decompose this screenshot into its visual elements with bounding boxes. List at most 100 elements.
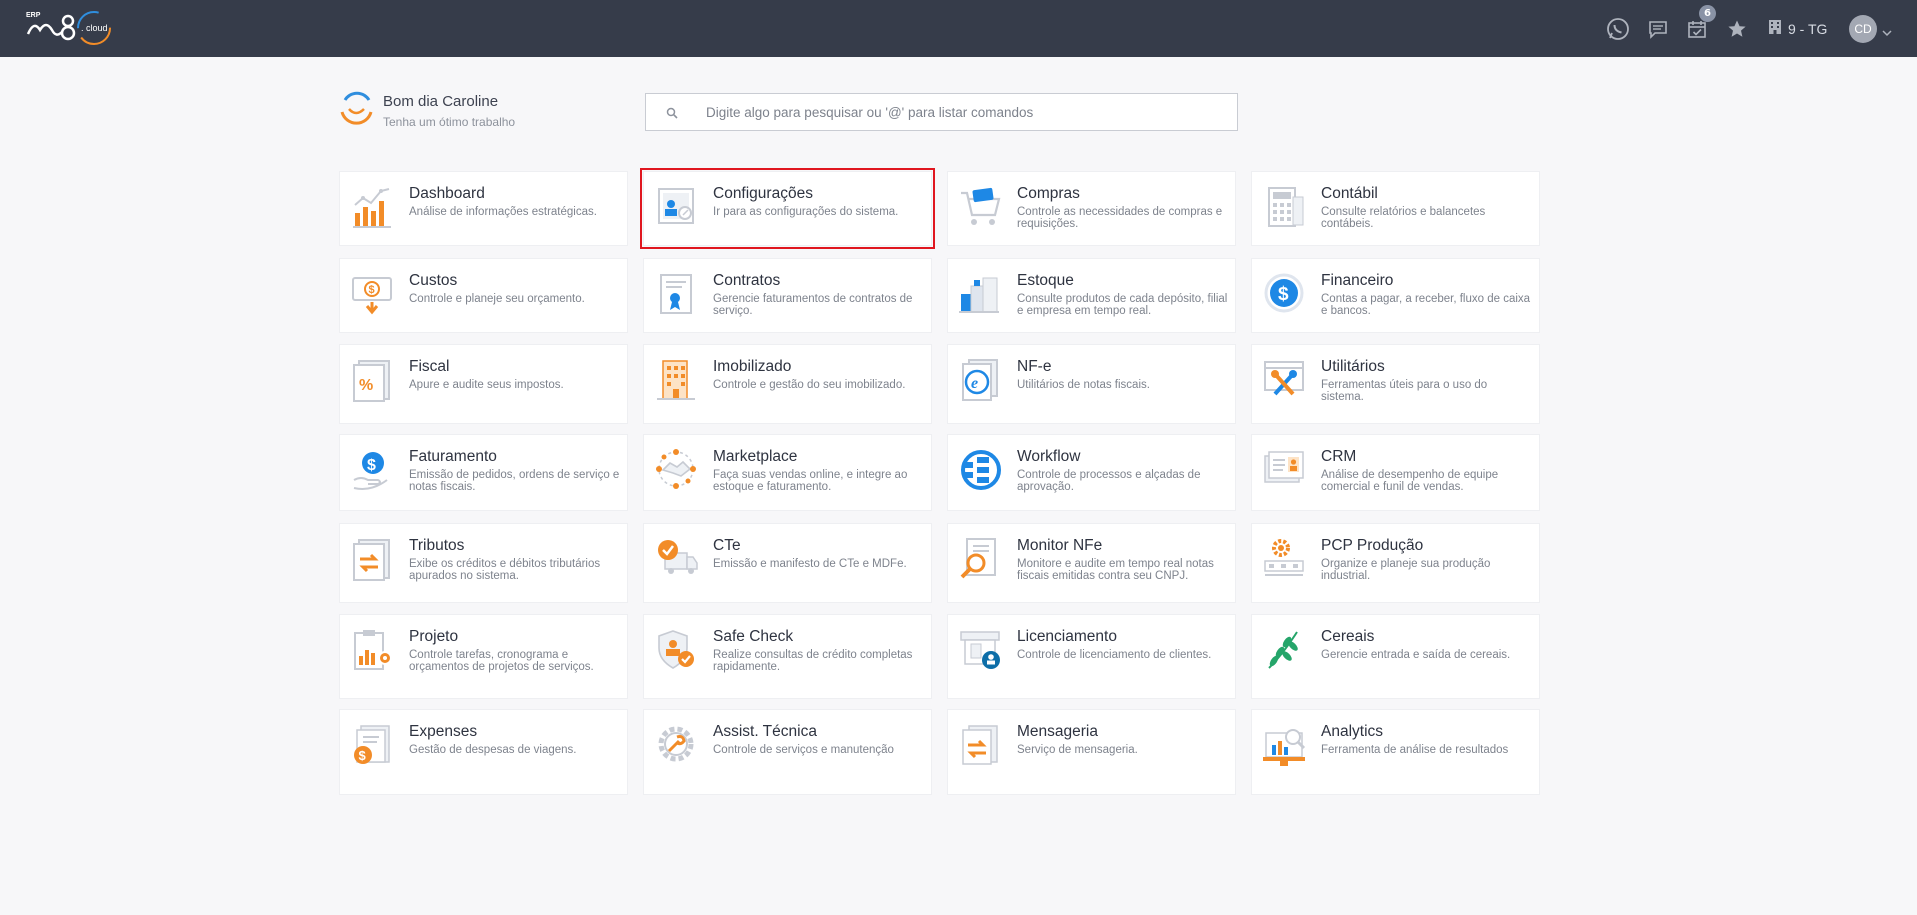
module-description: Faça suas vendas online, e integre ao es… xyxy=(713,469,908,493)
chat-icon[interactable] xyxy=(1643,0,1673,57)
module-title: Monitor NFe xyxy=(1017,537,1103,554)
gear-icon xyxy=(655,723,699,767)
module-card-financeiro[interactable]: $ Financeiro Contas a pagar, a receber, fl… xyxy=(1251,258,1540,333)
module-title: CRM xyxy=(1321,448,1357,465)
module-card-cte[interactable]: CTe Emissão e manifesto de CTe e MDFe. xyxy=(643,523,932,603)
greeting-subtitle: Tenha um ótimo trabalho xyxy=(383,115,516,129)
module-description: Emissão de pedidos, ordens de serviço e … xyxy=(409,469,620,493)
module-card-analytics[interactable]: Analytics Ferramenta de análise de result… xyxy=(1251,709,1540,795)
chevron-down-icon[interactable] xyxy=(1882,24,1892,42)
dollar-icon: $ xyxy=(1263,272,1307,316)
module-card-licenciamento[interactable]: Licenciamento Controle de licenciamento d… xyxy=(947,614,1236,699)
search-box xyxy=(645,93,1238,131)
star-icon[interactable] xyxy=(1722,0,1752,57)
tax-icon xyxy=(351,537,395,581)
module-title: Faturamento xyxy=(409,448,497,465)
module-title: Analytics xyxy=(1321,723,1384,740)
module-description: Utilitários de notas fiscais. xyxy=(1017,379,1150,391)
module-description: Controle tarefas, cronograma e orçamento… xyxy=(409,649,594,673)
module-card-monitor-nfe[interactable]: Monitor NFe Monitore e audite em tempo re… xyxy=(947,523,1236,603)
module-card-assist-tecnica[interactable]: Assist. Técnica Controle de serviços e ma… xyxy=(643,709,932,795)
module-title: Contábil xyxy=(1321,185,1378,202)
module-card-tributos[interactable]: Tributos Exibe os créditos e débitos trib… xyxy=(339,523,628,603)
analytics-icon xyxy=(1263,723,1307,767)
workflow-icon xyxy=(959,448,1003,492)
smile-logo-icon xyxy=(339,90,374,130)
module-title: CTe xyxy=(713,537,741,554)
svg-text:e: e xyxy=(971,375,978,392)
calculator-icon xyxy=(1263,185,1307,229)
module-title: Safe Check xyxy=(713,628,794,645)
module-title: Compras xyxy=(1017,185,1080,202)
module-card-custos[interactable]: $ Custos Controle e planeje seu orçamento. xyxy=(339,258,628,333)
search-input[interactable] xyxy=(706,94,1226,130)
avatar[interactable]: CD xyxy=(1849,15,1877,43)
module-card-fiscal[interactable]: % Fiscal Apure e audite seus impostos. xyxy=(339,344,628,424)
search-icon xyxy=(666,106,678,124)
module-card-cereais[interactable]: Cereais Gerencie entrada e saída de cerea… xyxy=(1251,614,1540,699)
module-card-compras[interactable]: Compras Controle as necessidades de compr… xyxy=(947,171,1236,246)
module-card-projeto[interactable]: Projeto Controle tarefas, cronograma e or… xyxy=(339,614,628,699)
whatsapp-icon[interactable] xyxy=(1603,0,1633,57)
company-selector[interactable]: 9 - TG xyxy=(1768,0,1827,57)
shield-icon xyxy=(655,628,699,672)
truck-icon xyxy=(655,537,699,581)
module-card-workflow[interactable]: Workflow Controle de processos e alçadas … xyxy=(947,434,1236,511)
building-icon xyxy=(655,358,699,402)
module-title: Marketplace xyxy=(713,448,798,465)
tools-icon xyxy=(1263,358,1307,402)
greeting-title: Bom dia Caroline xyxy=(383,93,499,110)
factory-icon xyxy=(1263,537,1307,581)
module-description: Controle de processos e alçadas de aprov… xyxy=(1017,469,1201,493)
module-description: Consulte relatórios e balancetes contábe… xyxy=(1321,206,1486,230)
module-card-nf-e[interactable]: e NF-e Utilitários de notas fiscais. xyxy=(947,344,1236,424)
contract-icon xyxy=(655,272,699,316)
module-card-imobilizado[interactable]: Imobilizado Controle e gestão do seu imob… xyxy=(643,344,932,424)
module-title: Configurações xyxy=(713,185,813,202)
module-description: Contas a pagar, a receber, fluxo de caix… xyxy=(1321,293,1531,317)
module-card-utilitarios[interactable]: Utilitários Ferramentas úteis para o uso … xyxy=(1251,344,1540,424)
module-card-safe-check[interactable]: Safe Check Realize consultas de crédito c… xyxy=(643,614,932,699)
module-card-mensageria[interactable]: Mensageria Serviço de mensageria. xyxy=(947,709,1236,795)
svg-text:$: $ xyxy=(1278,284,1289,305)
top-bar: ERP . cloud 6 9 - TG CD xyxy=(0,0,1917,57)
erp-logo[interactable]: ERP . cloud xyxy=(24,8,114,50)
module-title: Estoque xyxy=(1017,272,1074,289)
money-icon: $ xyxy=(351,272,395,316)
module-card-estoque[interactable]: Estoque Consulte produtos de cada depósit… xyxy=(947,258,1236,333)
company-name: 9 - TG xyxy=(1788,20,1828,37)
module-card-configuracoes[interactable]: Configurações Ir para as configurações do… xyxy=(640,168,935,249)
svg-text:. cloud: . cloud xyxy=(81,23,108,33)
module-card-pcp-producao[interactable]: PCP Produção Organize e planeje sua produ… xyxy=(1251,523,1540,603)
warehouse-icon xyxy=(959,272,1003,316)
clipboard-icon xyxy=(351,628,395,672)
module-description: Gerencie faturamentos de contratos de se… xyxy=(713,293,913,317)
percent-icon: % xyxy=(351,358,395,402)
module-description: Consulte produtos de cada depósito, fili… xyxy=(1017,293,1228,317)
expense-icon: $ xyxy=(351,723,395,767)
module-title: Projeto xyxy=(409,628,459,645)
module-card-faturamento[interactable]: $ Faturamento Emissão de pedidos, ordens d… xyxy=(339,434,628,511)
module-description: Controle e gestão do seu imobilizado. xyxy=(713,379,906,391)
svg-text:$: $ xyxy=(367,457,376,474)
module-title: Licenciamento xyxy=(1017,628,1117,645)
module-description: Ferramenta de análise de resultados xyxy=(1321,744,1509,756)
module-card-crm[interactable]: CRM Análise de desempenho de equipe comer… xyxy=(1251,434,1540,511)
invoice-icon: $ xyxy=(351,448,395,492)
module-title: Mensageria xyxy=(1017,723,1098,740)
module-description: Gerencie entrada e saída de cereais. xyxy=(1321,649,1511,661)
license-icon xyxy=(959,628,1003,672)
module-description: Controle de serviços e manutenção xyxy=(713,744,894,756)
module-description: Exibe os créditos e débitos tributários … xyxy=(409,558,601,582)
module-card-expenses[interactable]: $ Expenses Gestão de despesas de viagens. xyxy=(339,709,628,795)
module-description: Apure e audite seus impostos. xyxy=(409,379,564,391)
svg-text:$: $ xyxy=(369,284,375,296)
module-card-dashboard[interactable]: Dashboard Análise de informações estratég… xyxy=(339,171,628,246)
module-card-contabil[interactable]: Contábil Consulte relatórios e balancetes… xyxy=(1251,171,1540,246)
crm-icon xyxy=(1263,448,1307,492)
calendar-icon[interactable]: 6 xyxy=(1682,0,1716,57)
module-card-marketplace[interactable]: Marketplace Faça suas vendas online, e in… xyxy=(643,434,932,511)
module-card-contratos[interactable]: Contratos Gerencie faturamentos de contra… xyxy=(643,258,932,333)
handshake-icon xyxy=(655,448,699,492)
module-title: Utilitários xyxy=(1321,358,1385,375)
